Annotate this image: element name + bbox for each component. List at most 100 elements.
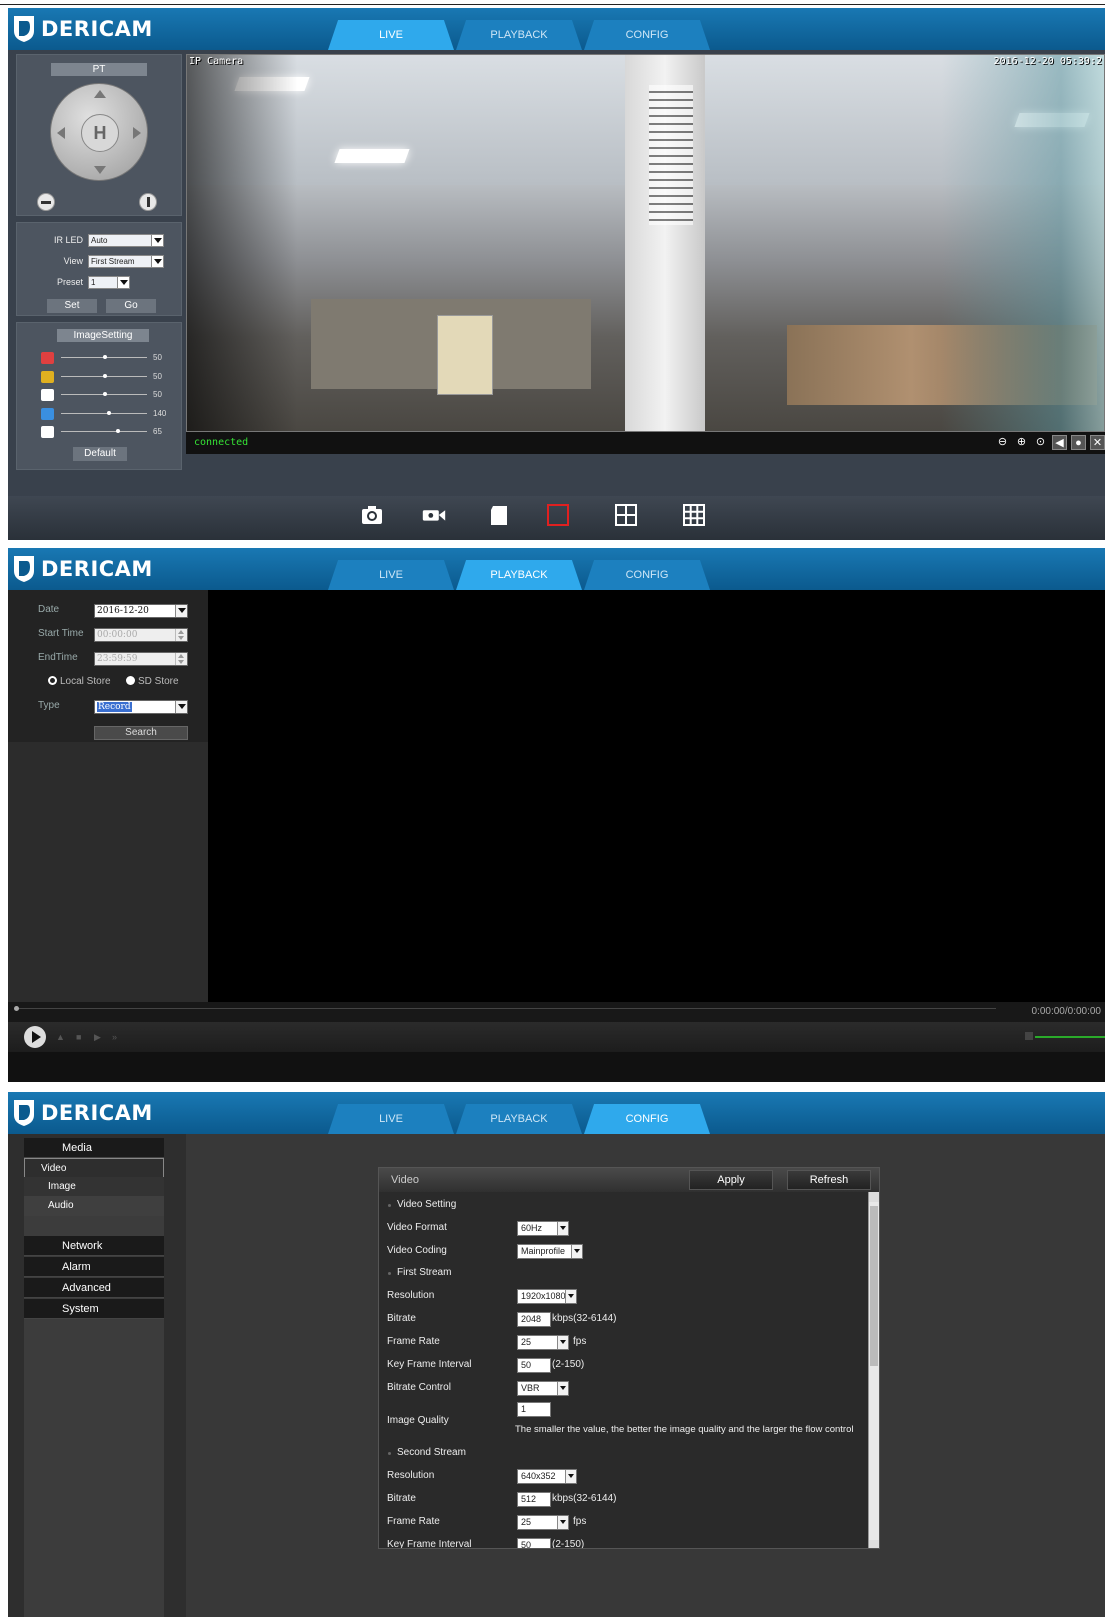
settings-scrollbar[interactable] — [868, 1192, 879, 1548]
image-quality-input[interactable]: 1 — [517, 1402, 551, 1417]
menu-item-system[interactable]: System — [24, 1299, 164, 1319]
preset-set-button[interactable]: Set — [47, 299, 97, 313]
menu-item-media[interactable]: Media — [24, 1138, 164, 1158]
image-slider[interactable] — [61, 355, 147, 359]
speaker-mute-icon[interactable]: ◀ — [1052, 435, 1067, 450]
single-view-icon[interactable] — [546, 504, 570, 526]
pan-up-icon[interactable] — [94, 90, 106, 98]
tab-config[interactable]: CONFIG — [584, 20, 710, 50]
playback-timeline[interactable]: 0:00:00/0:00:00 — [8, 1002, 1105, 1022]
ir-led-select[interactable]: Auto — [88, 233, 164, 247]
zoom-in-icon[interactable] — [139, 193, 157, 211]
search-button[interactable]: Search — [94, 726, 188, 740]
zoom-out-icon[interactable]: ⊖ — [995, 435, 1010, 450]
slider-knob[interactable] — [103, 392, 107, 396]
tools-icon[interactable]: ✕ — [1090, 435, 1105, 450]
menu-item-audio[interactable]: Audio — [24, 1196, 164, 1216]
pan-right-icon[interactable] — [133, 127, 141, 139]
default-button[interactable]: Default — [73, 447, 127, 461]
playback-search-form: Date 2016-12-20 Start Time 00:00:00 EndT… — [8, 590, 208, 742]
scroll-thumb[interactable] — [870, 1206, 878, 1366]
date-select[interactable]: 2016-12-20 — [94, 604, 188, 618]
nine-view-icon[interactable] — [682, 504, 706, 526]
start-time-input[interactable]: 00:00:00 — [94, 628, 188, 642]
menu-item-network[interactable]: Network — [24, 1236, 164, 1256]
home-button[interactable]: H — [81, 114, 119, 152]
second-bitrate-input[interactable]: 512 — [517, 1492, 551, 1507]
zoom-out-icon[interactable] — [37, 193, 55, 211]
tab-config[interactable]: CONFIG — [584, 560, 710, 590]
video-format-select[interactable]: 60Hz — [517, 1221, 569, 1236]
config-main: Video Apply Refresh Video Setting Video … — [186, 1134, 1105, 1617]
type-select[interactable]: Record — [94, 700, 188, 714]
image-slider[interactable] — [61, 429, 147, 433]
microphone-mute-icon[interactable]: ● — [1071, 435, 1086, 450]
image-slider[interactable] — [61, 373, 147, 378]
main-tabs: LIVE PLAYBACK CONFIG — [328, 560, 712, 590]
hue-icon — [41, 352, 54, 364]
refresh-button[interactable]: Refresh — [787, 1170, 871, 1190]
menu-item-image[interactable]: Image — [24, 1177, 164, 1197]
step-forward-icon[interactable]: ▶ — [94, 1032, 104, 1042]
slider-knob[interactable] — [115, 429, 120, 433]
spinner-icon[interactable] — [175, 629, 187, 641]
slider-knob[interactable] — [103, 355, 107, 359]
first-resolution-select[interactable]: 1920x1080 — [517, 1289, 577, 1304]
volume-icon[interactable] — [1025, 1032, 1033, 1040]
fit-icon[interactable]: ⊙ — [1033, 435, 1048, 450]
quad-view-icon[interactable] — [614, 504, 638, 526]
chevron-down-icon — [565, 1470, 576, 1483]
local-store-radio[interactable] — [48, 676, 57, 685]
tab-playback[interactable]: PLAYBACK — [456, 20, 582, 50]
first-bitrate-range: kbps(32-6144) — [552, 1313, 617, 1324]
sd-store-radio[interactable] — [126, 676, 135, 685]
spinner-icon[interactable] — [175, 653, 187, 665]
playback-time: 0:00:00/0:00:00 — [1031, 1006, 1101, 1017]
menu-item-video[interactable]: Video — [24, 1158, 164, 1178]
zoom-in-icon[interactable]: ⊕ — [1014, 435, 1029, 450]
tab-playback[interactable]: PLAYBACK — [456, 560, 582, 590]
timeline-knob[interactable] — [14, 1006, 19, 1011]
end-time-input[interactable]: 23:59:59 — [94, 652, 188, 666]
menu-item-alarm[interactable]: Alarm — [24, 1257, 164, 1277]
eject-icon[interactable]: ▲ — [56, 1032, 66, 1042]
pan-left-icon[interactable] — [57, 127, 65, 139]
pan-down-icon[interactable] — [94, 166, 106, 174]
scroll-down-icon[interactable] — [869, 1540, 879, 1548]
sd-card-icon[interactable] — [488, 504, 512, 526]
tab-config[interactable]: CONFIG — [584, 1104, 710, 1134]
tab-live[interactable]: LIVE — [328, 560, 454, 590]
fast-forward-icon[interactable]: » — [112, 1032, 122, 1042]
apply-button[interactable]: Apply — [689, 1170, 773, 1190]
second-key-frame-input[interactable]: 50 — [517, 1538, 551, 1548]
video-coding-select[interactable]: Mainprofile — [517, 1244, 583, 1259]
image-slider[interactable] — [61, 410, 147, 415]
tab-live[interactable]: LIVE — [328, 1104, 454, 1134]
config-sidebar: Media Video Image Audio Network Alarm Advanced… — [8, 1134, 186, 1617]
local-store-option[interactable]: Local Store — [48, 676, 111, 687]
scroll-up-icon[interactable] — [869, 1192, 879, 1202]
bitrate-control-select[interactable]: VBR — [517, 1381, 569, 1396]
record-icon[interactable] — [422, 504, 446, 526]
view-select[interactable]: First Stream — [88, 254, 164, 268]
slider-knob[interactable] — [103, 373, 107, 378]
second-frame-rate-select[interactable]: 25 — [517, 1515, 569, 1530]
snapshot-icon[interactable] — [360, 504, 384, 526]
volume-slider[interactable] — [1035, 1036, 1105, 1038]
first-key-frame-input[interactable]: 50 — [517, 1358, 551, 1373]
tab-playback[interactable]: PLAYBACK — [456, 1104, 582, 1134]
tab-live[interactable]: LIVE — [328, 20, 454, 50]
header: DERICAM LIVE PLAYBACK CONFIG — [8, 1092, 1105, 1134]
video-glass-door — [187, 55, 1104, 431]
second-resolution-select[interactable]: 640x352 — [517, 1469, 577, 1484]
preset-select[interactable]: 1 — [88, 275, 130, 289]
first-frame-rate-select[interactable]: 25 — [517, 1335, 569, 1350]
first-bitrate-input[interactable]: 2048 — [517, 1312, 551, 1327]
sd-store-option[interactable]: SD Store — [126, 676, 179, 687]
image-slider[interactable] — [61, 392, 147, 396]
menu-item-advanced[interactable]: Advanced — [24, 1278, 164, 1298]
slider-knob[interactable] — [107, 410, 112, 415]
play-button[interactable] — [24, 1026, 46, 1048]
preset-go-button[interactable]: Go — [106, 299, 156, 313]
stop-icon[interactable]: ■ — [76, 1032, 86, 1042]
